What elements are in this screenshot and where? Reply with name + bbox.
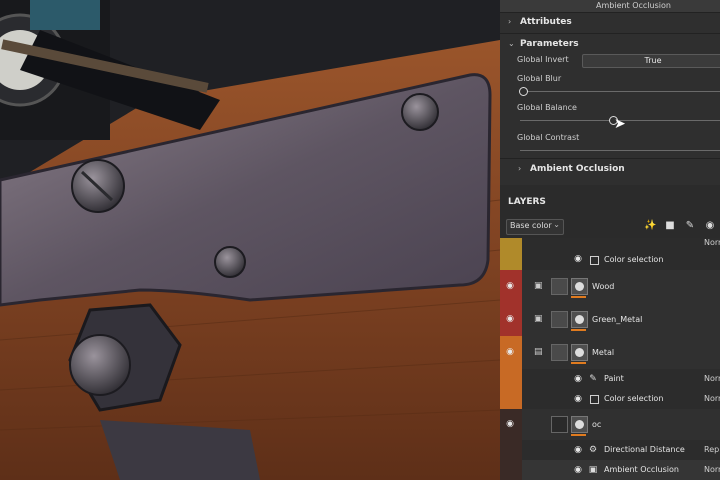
eye-icon[interactable]: ◉: [504, 419, 516, 429]
3d-viewport[interactable]: [0, 0, 500, 480]
chevron-down-icon: ⌄: [508, 39, 515, 48]
layer-name: Metal: [592, 348, 615, 357]
layer-mask-thumbnail: [571, 416, 588, 433]
layer-row-paint[interactable]: ◉ ✎ Paint Norm: [500, 369, 720, 390]
properties-title: Ambient Occlusion: [596, 1, 671, 10]
layer-name: Directional Distance: [604, 445, 685, 454]
global-invert-field[interactable]: True: [582, 54, 720, 68]
layer-blend-mode[interactable]: Repl: [704, 445, 720, 454]
chevron-right-icon: ›: [518, 164, 522, 173]
layer-color-band: [500, 369, 522, 389]
layer-row-metal[interactable]: ◉ ▤ Metal: [500, 336, 720, 370]
ambient-occlusion-section[interactable]: › Ambient Occlusion: [518, 164, 625, 174]
attributes-section[interactable]: › Attributes: [508, 17, 572, 27]
layers-header: LAYERS: [500, 192, 720, 214]
viewport-render: [0, 0, 500, 480]
layers-title: LAYERS: [508, 197, 546, 207]
mask-indicator: [571, 296, 586, 298]
layer-name: Ambient Occlusion: [604, 465, 679, 474]
eye-icon[interactable]: ◉: [572, 374, 584, 384]
fill-bucket-icon[interactable]: ◉: [704, 220, 716, 232]
layer-thumbnail: [551, 344, 568, 361]
layer-thumbnail: [551, 416, 568, 433]
layer-blend-mode[interactable]: Norm: [704, 394, 720, 403]
mask-indicator: [571, 362, 586, 364]
eye-icon[interactable]: ◉: [572, 465, 584, 475]
chevron-right-icon: ›: [508, 17, 512, 26]
eye-icon[interactable]: ◉: [572, 394, 584, 404]
mask-indicator: [571, 329, 586, 331]
layer-blend-mode: Norm: [704, 238, 720, 247]
layer-row-green-metal[interactable]: ◉ ▣ Green_Metal: [500, 303, 720, 337]
ambient-occlusion-section-label: Ambient Occlusion: [530, 164, 625, 174]
layers-toolbar: Base color ⌄ ✨ ■ ✎ ◉: [500, 214, 720, 239]
global-blur-label: Global Blur: [517, 74, 562, 83]
layer-name: Green_Metal: [592, 315, 643, 324]
parameters-label: Parameters: [520, 39, 579, 49]
layer-name: Wood: [592, 282, 615, 291]
divider: [500, 158, 720, 159]
channel-select-value: Base color: [510, 221, 552, 230]
layer-thumbnail: [551, 311, 568, 328]
layer-row-oc[interactable]: ◉ oc: [500, 409, 720, 441]
layer-row-color-selection[interactable]: ◉ Color selection Norm: [500, 389, 720, 410]
right-panel: Ambient Occlusion › Attributes ⌄ Parameter…: [500, 0, 720, 480]
eye-icon[interactable]: ◉: [572, 254, 584, 264]
layer-name: Color selection: [604, 394, 664, 403]
checkbox-icon: [590, 395, 599, 404]
layer-row-color-selection-top[interactable]: Norm ◉ Color selection: [500, 238, 720, 271]
layer-row-directional-distance[interactable]: ◉ ⚙ Directional Distance Repl: [500, 440, 720, 461]
chevron-down-icon: ⌄: [553, 220, 560, 229]
layer-row-wood[interactable]: ◉ ▣ Wood: [500, 270, 720, 304]
global-blur-slider-handle[interactable]: [519, 87, 528, 96]
mouse-cursor-icon: ➤: [614, 116, 626, 132]
magic-wand-icon[interactable]: ✨: [644, 220, 656, 232]
square-icon: ▣: [588, 465, 598, 475]
folder-open-icon: ▤: [534, 347, 543, 357]
divider: [500, 33, 720, 34]
eye-icon[interactable]: ◉: [504, 281, 516, 291]
folder-icon: ▣: [534, 314, 543, 324]
global-balance-label: Global Balance: [517, 103, 577, 112]
attributes-label: Attributes: [520, 17, 572, 27]
folder-icon: ▣: [534, 281, 543, 291]
layer-color-band: [500, 389, 522, 409]
layer-color-band: [500, 238, 522, 270]
eye-icon[interactable]: ◉: [504, 314, 516, 324]
global-contrast-slider[interactable]: [520, 150, 720, 151]
layer-thumbnail: [551, 278, 568, 295]
global-invert-label: Global Invert: [517, 55, 569, 64]
parameters-section[interactable]: ⌄ Parameters: [508, 39, 579, 49]
properties-panel: Ambient Occlusion › Attributes ⌄ Parameter…: [500, 0, 720, 185]
layer-mask-thumbnail: [571, 278, 588, 295]
global-blur-slider[interactable]: [520, 91, 720, 92]
mask-indicator: [571, 434, 586, 436]
layer-row-ambient-occlusion[interactable]: ◉ ▣ Ambient Occlusion Norm: [500, 460, 720, 480]
global-contrast-label: Global Contrast: [517, 133, 580, 142]
layer-blend-mode[interactable]: Norm: [704, 465, 720, 474]
mask-icon[interactable]: ■: [664, 220, 676, 232]
layer-color-band: [500, 440, 522, 460]
properties-header: Ambient Occlusion: [500, 0, 720, 13]
layer-blend-mode[interactable]: Norm: [704, 374, 720, 383]
layer-name: oc: [592, 420, 602, 429]
eye-icon[interactable]: ◉: [572, 445, 584, 455]
checkbox-icon: [590, 256, 599, 265]
brush-icon: ✎: [589, 374, 597, 384]
channel-select[interactable]: Base color ⌄: [506, 219, 564, 235]
global-invert-value: True: [644, 56, 662, 65]
brush-icon[interactable]: ✎: [684, 220, 696, 232]
layer-name: Color selection: [604, 255, 664, 264]
layer-name: Paint: [604, 374, 624, 383]
layer-color-band: [500, 460, 522, 480]
layer-mask-thumbnail: [571, 311, 588, 328]
eye-icon[interactable]: ◉: [504, 347, 516, 357]
layer-mask-thumbnail: [571, 344, 588, 361]
gear-icon: ⚙: [588, 445, 598, 455]
